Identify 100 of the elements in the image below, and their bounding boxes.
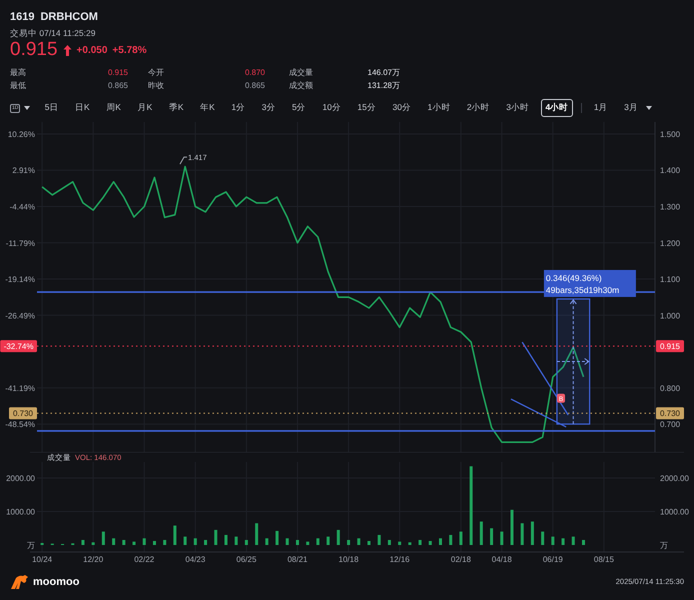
bull-logo-icon [10, 574, 29, 588]
leader-line [180, 156, 188, 165]
volume-bar [296, 540, 299, 545]
volume-bar [173, 526, 176, 545]
period-tab[interactable]: 3小时 [501, 99, 534, 117]
period-tab[interactable]: 5分 [287, 99, 311, 117]
period-tab[interactable]: 30分 [387, 99, 416, 117]
stat-value: 0.865 [244, 80, 265, 92]
period-tab[interactable]: 1月 [588, 99, 613, 117]
period-tab[interactable]: 月K [132, 99, 158, 117]
volume-bar [449, 534, 452, 545]
date-label: 06/19 [542, 555, 563, 564]
price-axis-label: 1.100 [660, 275, 680, 284]
period-tab[interactable]: 年K [195, 99, 220, 117]
volume-bar [459, 532, 462, 545]
wedge-drawing[interactable] [510, 342, 569, 428]
stat-value: 0.870 [244, 67, 265, 79]
date-label: 06/25 [236, 555, 256, 564]
volume-bar [388, 540, 391, 545]
stat-value: 146.07万 [366, 67, 400, 79]
date-label: 10/18 [338, 555, 359, 564]
brand-name: moomoo [33, 576, 80, 588]
volume-bar [234, 536, 238, 545]
volume-bar [276, 530, 279, 545]
period-tab[interactable]: 15分 [352, 99, 381, 117]
percent-axis-label: -26.49% [5, 311, 35, 320]
stat-label: 最低 [10, 80, 27, 92]
period-tab[interactable]: 1分 [226, 99, 250, 117]
stat-label: 成交量 [289, 67, 314, 79]
price-tag: -32.74% [0, 340, 37, 352]
percent-change: +5.78% [112, 44, 147, 56]
stat-label: 今开 [148, 67, 165, 79]
volume-bar [378, 534, 381, 545]
caret-icon[interactable] [24, 106, 30, 110]
volume-bar [163, 540, 166, 545]
price-axis-label: 1.300 [660, 202, 680, 212]
volume-axis-label: 万 [660, 541, 668, 550]
volume-bar [551, 536, 554, 545]
volume-bar [510, 510, 514, 545]
stat-label: 成交额 [289, 80, 314, 92]
volume-bar [255, 523, 258, 545]
period-tab[interactable]: 3分 [256, 99, 280, 117]
volume-bar [408, 542, 412, 545]
stat-value: 131.28万 [366, 80, 400, 92]
price-tag: 0.730 [9, 407, 37, 420]
volume-bar [490, 528, 494, 545]
date-label: 04/23 [185, 555, 206, 564]
volume-bar [398, 542, 402, 545]
volume-axis-label: 2000.00 [6, 474, 35, 483]
measure-label: 0.346(49.36%) 49bars,35d19h30m [544, 270, 636, 297]
stat-value: 0.865 [106, 80, 128, 92]
period-tab[interactable]: 季K [164, 99, 188, 117]
date-label: 02/18 [450, 555, 471, 564]
period-tab[interactable]: 3月 [619, 99, 643, 117]
percent-axis-label: 2.91% [12, 166, 35, 176]
price-axis-label: 1.200 [660, 238, 680, 248]
stock-code: 1619 [10, 10, 34, 24]
price-tag: 0.915 [656, 340, 684, 352]
volume-bar [418, 540, 422, 545]
volume-bar [428, 540, 432, 545]
price-axis-label: 0.800 [660, 384, 680, 393]
volume-bar [336, 530, 340, 545]
volume-bar [530, 522, 534, 545]
stat-label: 最高 [10, 67, 27, 79]
date-label: 10/24 [32, 555, 52, 564]
price-axis-label: 1.400 [660, 166, 680, 176]
volume-bar [81, 540, 84, 545]
volume-bar [132, 542, 136, 545]
percent-axis-label: 10.26% [8, 130, 35, 139]
date-label: 08/15 [594, 555, 614, 564]
date-label: 12/16 [390, 555, 410, 564]
measure-drawing[interactable] [556, 298, 590, 425]
last-price: 0.915 [10, 39, 58, 61]
period-tab[interactable]: 2小时 [462, 99, 495, 117]
caret-icon[interactable] [646, 106, 652, 110]
volume-bar [367, 540, 370, 545]
volume-bar [214, 530, 218, 545]
volume-bar [572, 536, 575, 545]
volume-bar [286, 538, 289, 545]
period-tab[interactable]: 日K [70, 99, 95, 117]
price-axis-label: 1.500 [660, 130, 680, 139]
price-tag: 0.730 [656, 407, 684, 420]
date-label: 08/21 [287, 555, 308, 564]
volume-bar [357, 538, 360, 545]
stock-name: DRBHCOM [40, 10, 98, 24]
volume-bar [142, 538, 146, 545]
period-tab[interactable]: 周K [101, 99, 126, 117]
date-label: 12/20 [83, 555, 104, 564]
date-label: 02/22 [134, 555, 154, 564]
volume-bar [541, 532, 544, 545]
volume-bar [204, 540, 208, 545]
volume-axis-label: 1000.00 [6, 508, 35, 516]
period-tab[interactable]: 1小时 [422, 99, 456, 117]
volume-bar [562, 538, 565, 545]
period-tab[interactable]: 4小时 [540, 99, 574, 117]
period-tab[interactable]: 10分 [317, 99, 346, 117]
volume-axis-label: 2000.00 [660, 474, 689, 483]
period-tab[interactable]: 5日 [40, 99, 64, 117]
date-label: 04/18 [492, 555, 512, 564]
percent-axis-label: -4.44% [10, 202, 35, 212]
